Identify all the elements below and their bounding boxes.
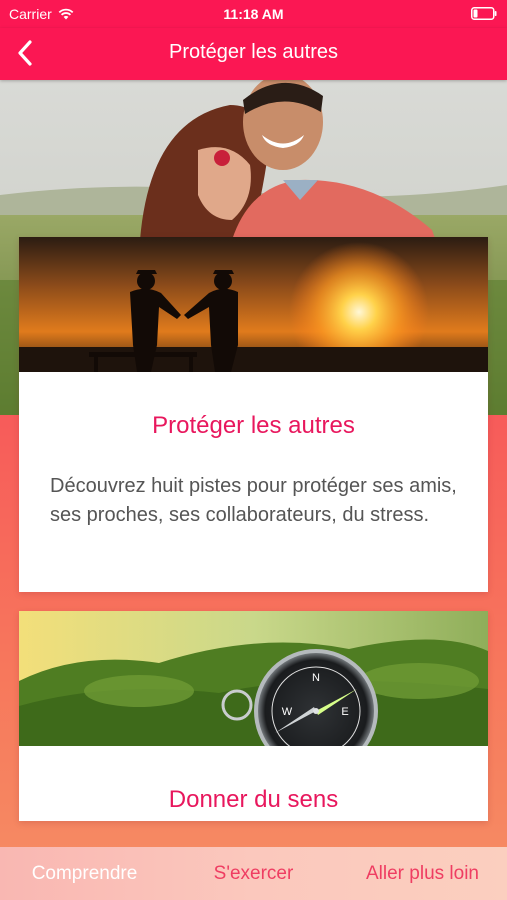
tab-comprendre[interactable]: Comprendre (0, 863, 169, 885)
svg-text:N: N (312, 672, 320, 684)
nav-bar: Protéger les autres (0, 28, 507, 80)
svg-text:E: E (341, 706, 348, 718)
card-title: Protéger les autres (152, 412, 355, 439)
tab-aller-plus-loin[interactable]: Aller plus loin (338, 863, 507, 885)
svg-text:W: W (282, 706, 293, 718)
sunset-handshake-image (19, 237, 488, 372)
bottom-tab-bar: Comprendre S'exercer Aller plus loin (0, 847, 507, 900)
page-title: Protéger les autres (169, 41, 338, 63)
status-bar: Carrier 11:18 AM (0, 0, 507, 28)
card-title: Donner du sens (168, 786, 339, 813)
compass-moss-image: N W E (19, 611, 488, 746)
tab-exercer[interactable]: S'exercer (169, 863, 338, 885)
battery-icon (471, 7, 497, 20)
card-description: Découvrez huit pistes pour protéger ses … (50, 475, 457, 526)
topic-card-proteger[interactable]: Protéger les autres Découvrez huit piste… (19, 237, 488, 592)
status-time: 11:18 AM (223, 6, 284, 22)
topic-card-sens[interactable]: N W E Donner du sens (19, 611, 488, 821)
app-screen: Carrier 11:18 AM Protéger les autres Pro… (0, 0, 507, 900)
